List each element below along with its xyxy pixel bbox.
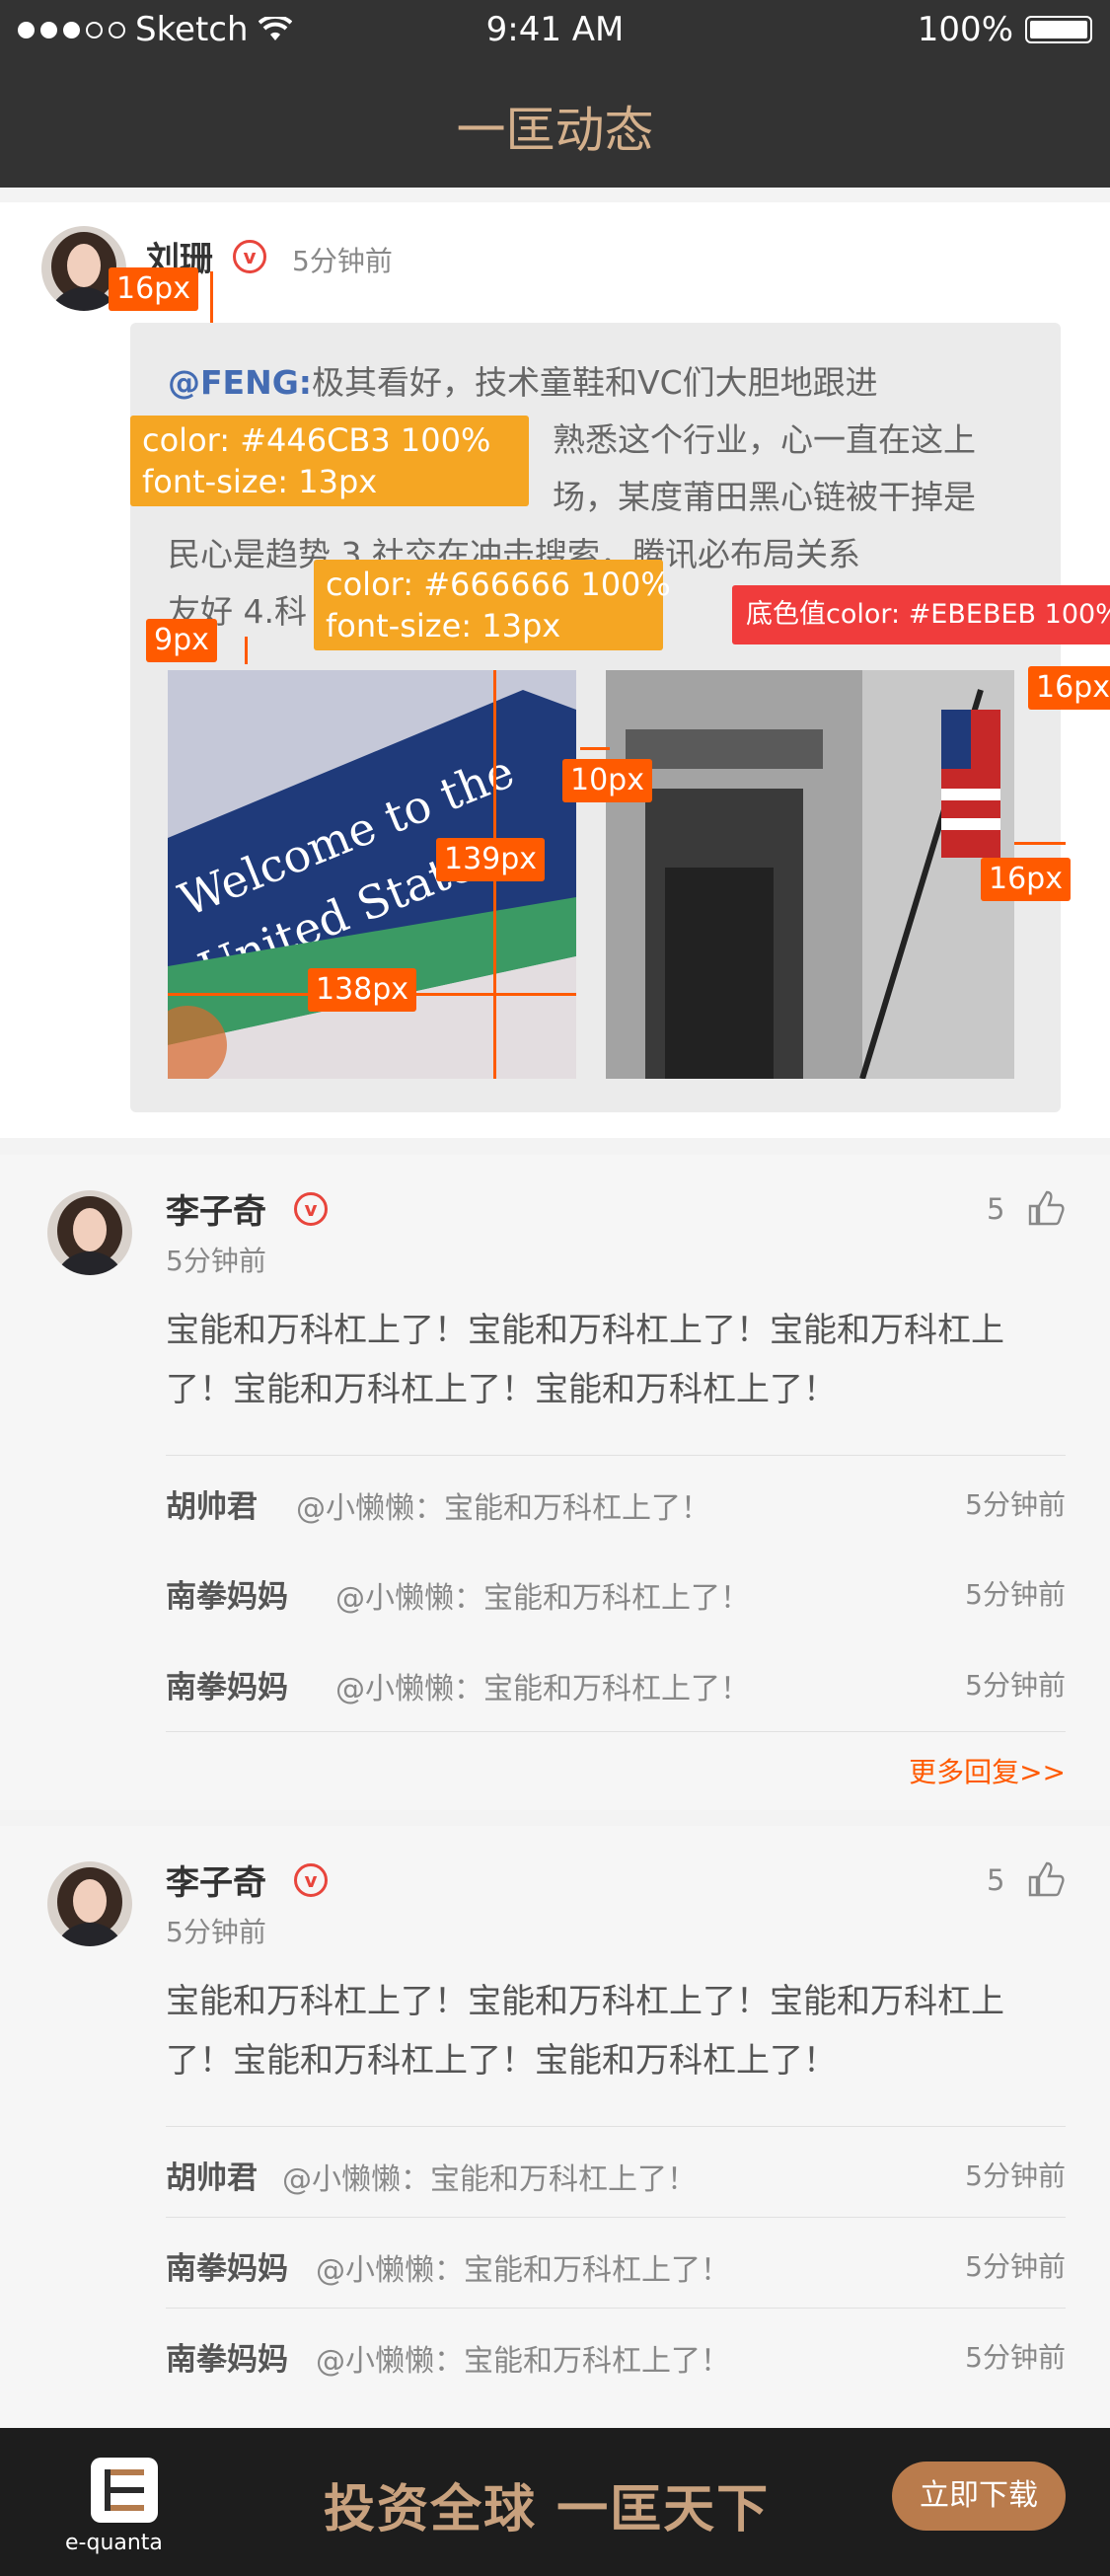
- spacing-annotation: 139px: [436, 838, 546, 881]
- reply-time: 5分钟前: [965, 1669, 1066, 1702]
- measure-line: [1014, 842, 1066, 845]
- reply-time: 5分钟前: [965, 1578, 1066, 1611]
- reply-text: @小懒懒：宝能和万科杠上了！: [282, 2162, 697, 2197]
- reply-row[interactable]: 南拳妈妈 @小懒懒：宝能和万科杠上了！ 5分钟前: [166, 1636, 1066, 1727]
- measure-line: [580, 747, 610, 750]
- reply-author[interactable]: 南拳妈妈: [166, 2243, 288, 2288]
- reply-row[interactable]: 胡帅君 @小懒懒：宝能和万科杠上了！ 5分钟前: [166, 2126, 1066, 2218]
- download-banner: e-quanta 投资全球 一匡天下 立即下载: [0, 2428, 1110, 2576]
- reply-author[interactable]: 南拳妈妈: [166, 1662, 288, 1706]
- comment-time: 5分钟前: [166, 1245, 266, 1277]
- mention-link[interactable]: @FENG:: [168, 363, 312, 402]
- spacing-annotation: 16px: [981, 858, 1071, 901]
- spacing-annotation: 138px: [308, 968, 417, 1012]
- post-text-1: 极其看好，技术童鞋和VC们大胆地跟进: [312, 363, 878, 402]
- post-image-2[interactable]: [606, 670, 1014, 1079]
- nav-bar: 一匡动态: [0, 61, 1110, 188]
- annotation-line: font-size: 13px: [326, 607, 561, 644]
- comment-line: 了！宝能和万科杠上了！宝能和万科杠上了！: [166, 1370, 837, 1409]
- battery-percent: 100%: [917, 10, 1013, 49]
- page-title: 一匡动态: [456, 102, 654, 159]
- logo-label: e-quanta: [65, 2531, 163, 2555]
- comment-author[interactable]: 李子奇: [166, 1856, 266, 1904]
- reply-author[interactable]: 南拳妈妈: [166, 2334, 288, 2379]
- avatar[interactable]: [47, 1190, 132, 1275]
- bg-color-annotation: 底色值color: #EBEBEB 100%: [732, 585, 1110, 644]
- post-text-2: 熟悉这个行业，心一直在这上: [553, 420, 976, 459]
- reply-author[interactable]: 胡帅君: [166, 2153, 258, 2197]
- spacing-annotation: 9px: [146, 619, 217, 662]
- reply-row[interactable]: 胡帅君 @小懒懒：宝能和万科杠上了！ 5分钟前: [166, 1455, 1066, 1547]
- slogan: 投资全球 一匡天下: [324, 2480, 771, 2539]
- reply-text: @小懒懒：宝能和万科杠上了！: [335, 1581, 750, 1616]
- app-logo-icon: [91, 2458, 158, 2523]
- comment-line: 宝能和万科杠上了！宝能和万科杠上了！宝能和万科杠上: [166, 1311, 1004, 1350]
- reply-time: 5分钟前: [965, 2341, 1066, 2374]
- annotation-line: color: #446CB3 100%: [142, 421, 491, 459]
- comment-card: 李子奇 v 5分钟前 5 宝能和万科杠上了！宝能和万科杠上了！宝能和万科杠上 了…: [0, 1826, 1110, 2428]
- spacing-annotation: 10px: [562, 759, 652, 802]
- more-replies-link[interactable]: 更多回复>>: [909, 1751, 1066, 1790]
- comment-line: 宝能和万科杠上了！宝能和万科杠上了！宝能和万科杠上: [166, 1982, 1004, 2021]
- reply-time: 5分钟前: [965, 2159, 1066, 2192]
- status-bar: Sketch 9:41 AM 100%: [0, 0, 1110, 61]
- post-card: 刘珊 v 5分钟前 @FENG:极其看好，技术童鞋和VC们大胆地跟进 熟悉这个行…: [0, 202, 1110, 1138]
- building-image: [606, 670, 1014, 1079]
- battery-area: 100%: [918, 10, 1092, 49]
- post-text-3: 场，某度莆田黑心链被干掉是: [553, 478, 976, 516]
- comment-line: 了！宝能和万科杠上了！宝能和万科杠上了！: [166, 2041, 837, 2081]
- annotation-line: font-size: 13px: [142, 463, 378, 500]
- reply-row[interactable]: 南拳妈妈 @小懒懒：宝能和万科杠上了！ 5分钟前: [166, 2217, 1066, 2309]
- reply-row[interactable]: 南拳妈妈 @小懒懒：宝能和万科杠上了！ 5分钟前: [166, 2308, 1066, 2399]
- reply-author[interactable]: 胡帅君: [166, 1481, 258, 1526]
- reply-author[interactable]: 南拳妈妈: [166, 1571, 288, 1616]
- reply-time: 5分钟前: [965, 1488, 1066, 1521]
- reply-time: 5分钟前: [965, 2250, 1066, 2283]
- reply-text: @小懒懒：宝能和万科杠上了！: [316, 2344, 730, 2379]
- post-text-line: @FENG:极其看好，技术童鞋和VC们大胆地跟进: [168, 354, 1036, 412]
- post-time: 5分钟前: [292, 245, 393, 277]
- thumbs-up-icon[interactable]: [1026, 1859, 1066, 1899]
- divider: [166, 1731, 1066, 1732]
- v-badge-icon: v: [294, 1192, 328, 1226]
- annotation-line: color: #666666 100%: [326, 566, 671, 603]
- avatar[interactable]: [47, 1861, 132, 1946]
- comment-author[interactable]: 李子奇: [166, 1184, 266, 1233]
- comment-time: 5分钟前: [166, 1916, 266, 1948]
- v-badge-icon: v: [294, 1863, 328, 1897]
- reply-text: @小懒懒：宝能和万科杠上了！: [296, 1491, 710, 1526]
- like-count: 5: [987, 1192, 1005, 1226]
- reply-row[interactable]: 南拳妈妈 @小懒懒：宝能和万科杠上了！ 5分钟前: [166, 1546, 1066, 1636]
- like-count: 5: [987, 1863, 1005, 1897]
- battery-icon: [1025, 16, 1092, 43]
- mention-style-annotation: color: #446CB3 100% font-size: 13px: [130, 416, 529, 506]
- spacing-annotation: 16px: [1028, 666, 1110, 710]
- reply-text: @小懒懒：宝能和万科杠上了！: [316, 2253, 730, 2288]
- measure-line: [245, 637, 248, 664]
- measure-line: [210, 271, 213, 323]
- download-button[interactable]: 立即下载: [892, 2462, 1066, 2531]
- spacing-annotation: 16px: [109, 267, 198, 311]
- reply-text: @小懒懒：宝能和万科杠上了！: [335, 1672, 750, 1706]
- v-badge-icon: v: [233, 240, 266, 273]
- comment-body: 宝能和万科杠上了！宝能和万科杠上了！宝能和万科杠上 了！宝能和万科杠上了！宝能和…: [166, 1972, 1066, 2090]
- comment-body: 宝能和万科杠上了！宝能和万科杠上了！宝能和万科杠上 了！宝能和万科杠上了！宝能和…: [166, 1301, 1066, 1419]
- thumbs-up-icon[interactable]: [1026, 1188, 1066, 1228]
- body-style-annotation: color: #666666 100% font-size: 13px: [314, 560, 671, 650]
- comment-card: 李子奇 v 5分钟前 5 宝能和万科杠上了！宝能和万科杠上了！宝能和万科杠上 了…: [0, 1155, 1110, 1810]
